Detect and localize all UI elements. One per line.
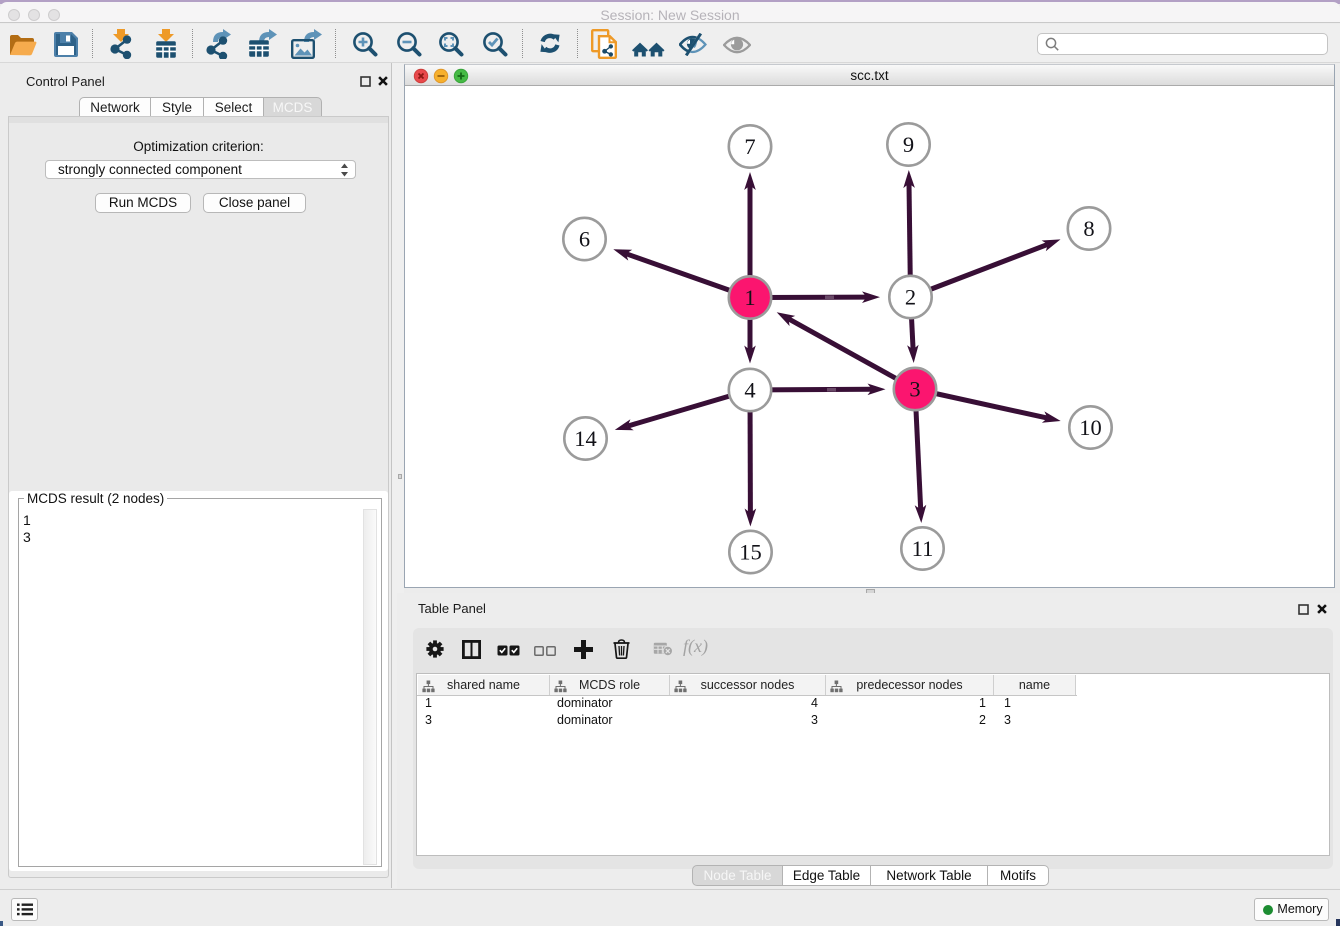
- svg-text:11: 11: [912, 536, 934, 561]
- svg-text:2: 2: [905, 284, 916, 309]
- svg-text:7: 7: [744, 134, 755, 159]
- svg-text:3: 3: [909, 376, 920, 401]
- svg-text:14: 14: [574, 426, 597, 451]
- svg-text:1: 1: [744, 285, 755, 310]
- svg-text:10: 10: [1079, 415, 1102, 440]
- svg-text:4: 4: [744, 377, 755, 402]
- svg-text:15: 15: [739, 539, 762, 564]
- svg-text:6: 6: [579, 226, 590, 251]
- svg-text:9: 9: [903, 132, 914, 157]
- svg-text:8: 8: [1083, 216, 1094, 241]
